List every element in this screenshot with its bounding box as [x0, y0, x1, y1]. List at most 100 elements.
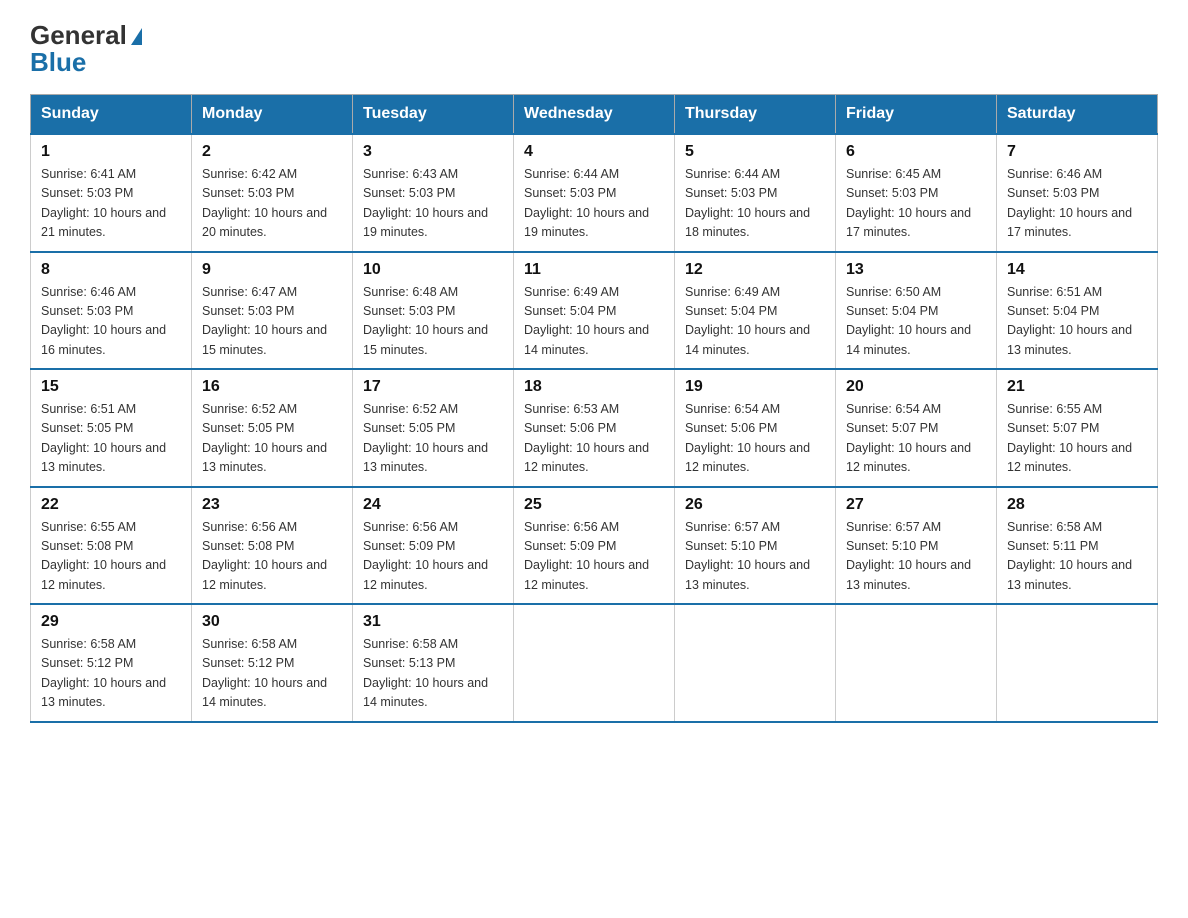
- day-number: 28: [1007, 496, 1147, 514]
- day-info: Sunrise: 6:52 AMSunset: 5:05 PMDaylight:…: [202, 400, 342, 478]
- calendar-cell: [514, 604, 675, 722]
- day-info: Sunrise: 6:48 AMSunset: 5:03 PMDaylight:…: [363, 283, 503, 361]
- calendar-cell: 8 Sunrise: 6:46 AMSunset: 5:03 PMDayligh…: [31, 252, 192, 370]
- day-number: 3: [363, 143, 503, 161]
- column-header-monday: Monday: [192, 95, 353, 135]
- day-info: Sunrise: 6:44 AMSunset: 5:03 PMDaylight:…: [685, 165, 825, 243]
- day-info: Sunrise: 6:43 AMSunset: 5:03 PMDaylight:…: [363, 165, 503, 243]
- day-info: Sunrise: 6:54 AMSunset: 5:07 PMDaylight:…: [846, 400, 986, 478]
- day-number: 22: [41, 496, 181, 514]
- day-number: 4: [524, 143, 664, 161]
- day-info: Sunrise: 6:56 AMSunset: 5:09 PMDaylight:…: [363, 518, 503, 596]
- day-number: 1: [41, 143, 181, 161]
- day-number: 5: [685, 143, 825, 161]
- calendar-cell: 19 Sunrise: 6:54 AMSunset: 5:06 PMDaylig…: [675, 369, 836, 487]
- day-number: 31: [363, 613, 503, 631]
- calendar-cell: 12 Sunrise: 6:49 AMSunset: 5:04 PMDaylig…: [675, 252, 836, 370]
- calendar-cell: 14 Sunrise: 6:51 AMSunset: 5:04 PMDaylig…: [997, 252, 1158, 370]
- day-number: 30: [202, 613, 342, 631]
- column-header-tuesday: Tuesday: [353, 95, 514, 135]
- calendar-cell: 28 Sunrise: 6:58 AMSunset: 5:11 PMDaylig…: [997, 487, 1158, 605]
- calendar-cell: 21 Sunrise: 6:55 AMSunset: 5:07 PMDaylig…: [997, 369, 1158, 487]
- calendar-week-5: 29 Sunrise: 6:58 AMSunset: 5:12 PMDaylig…: [31, 604, 1158, 722]
- day-number: 12: [685, 261, 825, 279]
- logo-arrow-icon: [131, 28, 142, 45]
- calendar-cell: 18 Sunrise: 6:53 AMSunset: 5:06 PMDaylig…: [514, 369, 675, 487]
- day-info: Sunrise: 6:54 AMSunset: 5:06 PMDaylight:…: [685, 400, 825, 478]
- day-info: Sunrise: 6:42 AMSunset: 5:03 PMDaylight:…: [202, 165, 342, 243]
- calendar-cell: 17 Sunrise: 6:52 AMSunset: 5:05 PMDaylig…: [353, 369, 514, 487]
- calendar-cell: 1 Sunrise: 6:41 AMSunset: 5:03 PMDayligh…: [31, 134, 192, 252]
- day-info: Sunrise: 6:55 AMSunset: 5:08 PMDaylight:…: [41, 518, 181, 596]
- day-number: 25: [524, 496, 664, 514]
- column-header-wednesday: Wednesday: [514, 95, 675, 135]
- calendar-cell: [675, 604, 836, 722]
- day-info: Sunrise: 6:51 AMSunset: 5:04 PMDaylight:…: [1007, 283, 1147, 361]
- day-number: 19: [685, 378, 825, 396]
- calendar-cell: 6 Sunrise: 6:45 AMSunset: 5:03 PMDayligh…: [836, 134, 997, 252]
- day-info: Sunrise: 6:49 AMSunset: 5:04 PMDaylight:…: [685, 283, 825, 361]
- day-number: 11: [524, 261, 664, 279]
- calendar-cell: 16 Sunrise: 6:52 AMSunset: 5:05 PMDaylig…: [192, 369, 353, 487]
- column-header-saturday: Saturday: [997, 95, 1158, 135]
- day-number: 14: [1007, 261, 1147, 279]
- day-number: 16: [202, 378, 342, 396]
- calendar-cell: 26 Sunrise: 6:57 AMSunset: 5:10 PMDaylig…: [675, 487, 836, 605]
- calendar-cell: 9 Sunrise: 6:47 AMSunset: 5:03 PMDayligh…: [192, 252, 353, 370]
- day-info: Sunrise: 6:58 AMSunset: 5:13 PMDaylight:…: [363, 635, 503, 713]
- day-info: Sunrise: 6:53 AMSunset: 5:06 PMDaylight:…: [524, 400, 664, 478]
- page-header: General Blue: [30, 20, 1158, 78]
- day-number: 20: [846, 378, 986, 396]
- day-number: 26: [685, 496, 825, 514]
- day-number: 10: [363, 261, 503, 279]
- calendar-cell: 4 Sunrise: 6:44 AMSunset: 5:03 PMDayligh…: [514, 134, 675, 252]
- day-info: Sunrise: 6:58 AMSunset: 5:12 PMDaylight:…: [202, 635, 342, 713]
- calendar-cell: 3 Sunrise: 6:43 AMSunset: 5:03 PMDayligh…: [353, 134, 514, 252]
- calendar-table: SundayMondayTuesdayWednesdayThursdayFrid…: [30, 94, 1158, 723]
- day-number: 2: [202, 143, 342, 161]
- calendar-cell: 2 Sunrise: 6:42 AMSunset: 5:03 PMDayligh…: [192, 134, 353, 252]
- day-number: 8: [41, 261, 181, 279]
- calendar-week-2: 8 Sunrise: 6:46 AMSunset: 5:03 PMDayligh…: [31, 252, 1158, 370]
- logo: General Blue: [30, 20, 142, 78]
- calendar-cell: 23 Sunrise: 6:56 AMSunset: 5:08 PMDaylig…: [192, 487, 353, 605]
- day-info: Sunrise: 6:41 AMSunset: 5:03 PMDaylight:…: [41, 165, 181, 243]
- day-info: Sunrise: 6:55 AMSunset: 5:07 PMDaylight:…: [1007, 400, 1147, 478]
- column-header-friday: Friday: [836, 95, 997, 135]
- day-info: Sunrise: 6:49 AMSunset: 5:04 PMDaylight:…: [524, 283, 664, 361]
- calendar-week-4: 22 Sunrise: 6:55 AMSunset: 5:08 PMDaylig…: [31, 487, 1158, 605]
- day-number: 29: [41, 613, 181, 631]
- calendar-cell: 11 Sunrise: 6:49 AMSunset: 5:04 PMDaylig…: [514, 252, 675, 370]
- calendar-cell: 10 Sunrise: 6:48 AMSunset: 5:03 PMDaylig…: [353, 252, 514, 370]
- day-number: 15: [41, 378, 181, 396]
- calendar-cell: 13 Sunrise: 6:50 AMSunset: 5:04 PMDaylig…: [836, 252, 997, 370]
- calendar-week-1: 1 Sunrise: 6:41 AMSunset: 5:03 PMDayligh…: [31, 134, 1158, 252]
- day-info: Sunrise: 6:46 AMSunset: 5:03 PMDaylight:…: [1007, 165, 1147, 243]
- day-info: Sunrise: 6:52 AMSunset: 5:05 PMDaylight:…: [363, 400, 503, 478]
- day-info: Sunrise: 6:44 AMSunset: 5:03 PMDaylight:…: [524, 165, 664, 243]
- day-info: Sunrise: 6:51 AMSunset: 5:05 PMDaylight:…: [41, 400, 181, 478]
- calendar-cell: 25 Sunrise: 6:56 AMSunset: 5:09 PMDaylig…: [514, 487, 675, 605]
- day-number: 24: [363, 496, 503, 514]
- column-header-sunday: Sunday: [31, 95, 192, 135]
- day-info: Sunrise: 6:50 AMSunset: 5:04 PMDaylight:…: [846, 283, 986, 361]
- column-header-thursday: Thursday: [675, 95, 836, 135]
- day-number: 18: [524, 378, 664, 396]
- day-info: Sunrise: 6:57 AMSunset: 5:10 PMDaylight:…: [846, 518, 986, 596]
- calendar-cell: 29 Sunrise: 6:58 AMSunset: 5:12 PMDaylig…: [31, 604, 192, 722]
- calendar-cell: 7 Sunrise: 6:46 AMSunset: 5:03 PMDayligh…: [997, 134, 1158, 252]
- calendar-header-row: SundayMondayTuesdayWednesdayThursdayFrid…: [31, 95, 1158, 135]
- calendar-cell: [836, 604, 997, 722]
- calendar-cell: [997, 604, 1158, 722]
- day-number: 21: [1007, 378, 1147, 396]
- day-info: Sunrise: 6:56 AMSunset: 5:08 PMDaylight:…: [202, 518, 342, 596]
- day-number: 23: [202, 496, 342, 514]
- calendar-cell: 22 Sunrise: 6:55 AMSunset: 5:08 PMDaylig…: [31, 487, 192, 605]
- day-number: 6: [846, 143, 986, 161]
- calendar-cell: 31 Sunrise: 6:58 AMSunset: 5:13 PMDaylig…: [353, 604, 514, 722]
- day-info: Sunrise: 6:58 AMSunset: 5:12 PMDaylight:…: [41, 635, 181, 713]
- calendar-cell: 30 Sunrise: 6:58 AMSunset: 5:12 PMDaylig…: [192, 604, 353, 722]
- day-info: Sunrise: 6:45 AMSunset: 5:03 PMDaylight:…: [846, 165, 986, 243]
- day-number: 13: [846, 261, 986, 279]
- calendar-cell: 27 Sunrise: 6:57 AMSunset: 5:10 PMDaylig…: [836, 487, 997, 605]
